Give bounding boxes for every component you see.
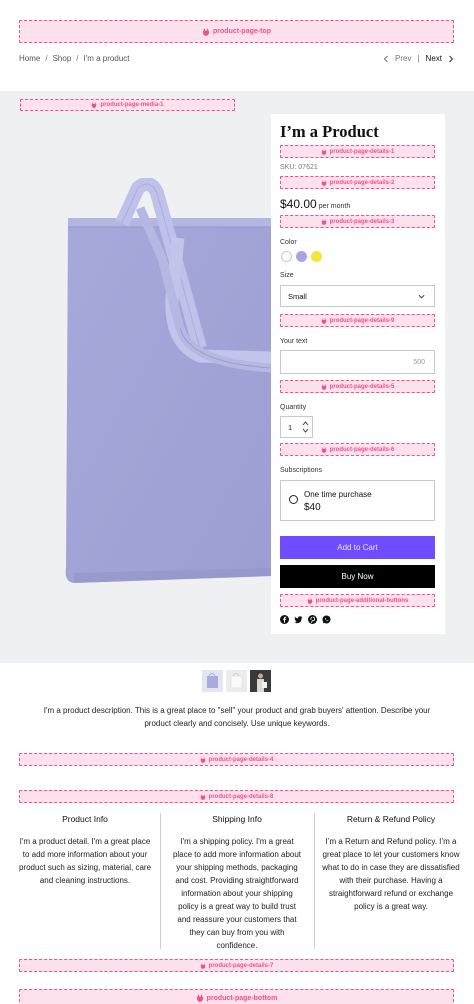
subscriptions-label: Subscriptions (280, 467, 323, 474)
size-label: Size (280, 272, 294, 279)
slot-label: product-page-details-3 (329, 218, 395, 225)
slot-label: product-page-details-7 (208, 962, 274, 969)
shipping-info-column: Shipping Info I'm a shipping policy. I'm… (172, 813, 302, 952)
slot-product-page-details-1: product-page-details-1 (280, 145, 435, 158)
column-divider (314, 813, 315, 949)
slot-product-page-details-2: product-page-details-2 (280, 176, 435, 189)
product-info-title: Product Info (62, 814, 108, 824)
slot-product-page-details-3: product-page-details-3 (280, 215, 435, 228)
product-description: I'm a product description. This is a gre… (43, 706, 431, 728)
slot-product-page-details-8: product-page-details-8 (19, 790, 454, 803)
color-label: Color (280, 239, 297, 246)
chevron-down-icon (418, 294, 425, 299)
subscription-option-title: One time purchase (304, 490, 372, 499)
shipping-info-text: I'm a shipping policy. I'm a great place… (172, 837, 302, 950)
shipping-info-title: Shipping Info (212, 814, 262, 824)
plug-icon (321, 447, 326, 453)
refund-policy-title: Return & Refund Policy (346, 814, 436, 824)
product-main-image[interactable] (60, 178, 275, 588)
thumbnail-lavender[interactable] (202, 670, 223, 692)
refund-policy-text: I’m a Return and Refund policy. I’m a gr… (322, 837, 460, 911)
plug-icon (200, 963, 205, 969)
slot-product-page-top: product-page-top (19, 20, 454, 43)
plug-icon (200, 794, 205, 800)
plug-icon (321, 318, 326, 324)
price-value: $40.00 (280, 197, 317, 211)
refund-policy-column: Return & Refund Policy I’m a Return and … (321, 813, 461, 913)
slot-label: product-page-media-1 (100, 102, 164, 108)
size-selected-value: Small (288, 291, 307, 301)
slot-label: product-page-details-2 (329, 179, 395, 186)
quantity-stepper[interactable]: 1 (280, 416, 313, 438)
slot-product-page-details-7: product-page-details-7 (19, 959, 454, 972)
product-info-column: Product Info I'm a product detail. I'm a… (18, 813, 152, 887)
plug-icon (92, 102, 97, 108)
slot-product-page-details-5: product-page-details-5 (280, 380, 435, 393)
breadcrumb-separator: / (45, 54, 48, 63)
plug-icon (321, 180, 326, 186)
subscription-radio[interactable] (289, 495, 298, 504)
slot-label: product-page-details-6 (329, 446, 395, 453)
color-swatch-yellow[interactable] (311, 251, 322, 262)
slot-product-page-details-9: product-page-details-9 (280, 314, 435, 327)
slot-label: product-page-details-9 (329, 317, 395, 324)
breadcrumb-shop[interactable]: Shop (53, 54, 72, 63)
slot-product-page-bottom: product-page-bottom (19, 989, 454, 1004)
slot-label: product-page-details-1 (329, 148, 395, 155)
quantity-value: 1 (288, 422, 293, 432)
quantity-label: Quantity (280, 404, 307, 411)
color-swatch-lavender[interactable] (296, 251, 307, 262)
product-title: I’m a Product (280, 122, 379, 141)
price-unit: per month (318, 203, 351, 210)
chevron-right-icon[interactable] (448, 55, 454, 63)
buy-now-button[interactable]: Buy Now (280, 565, 435, 588)
custom-text-input[interactable]: 500 (280, 350, 435, 374)
product-sku: SKU: 07621 (280, 164, 318, 171)
plug-icon (200, 757, 205, 763)
stepper-arrows-icon[interactable] (302, 420, 309, 434)
prev-link[interactable]: Prev (395, 54, 411, 63)
thumbnail-model[interactable] (250, 670, 271, 692)
pager-divider: | (417, 54, 420, 63)
facebook-icon[interactable] (280, 615, 289, 624)
plug-icon (321, 149, 326, 155)
slot-label: product-page-details-4 (208, 756, 274, 763)
slot-label: product-page-bottom (206, 994, 278, 1002)
slot-label: product-page-details-5 (329, 383, 395, 390)
column-divider (160, 813, 161, 949)
size-dropdown[interactable]: Small (280, 285, 435, 307)
slot-product-page-details-6: product-page-details-6 (280, 443, 435, 456)
thumbnail-white[interactable] (226, 670, 247, 692)
product-pager: Prev | Next (383, 54, 454, 63)
slot-product-page-media-1: product-page-media-1 (20, 99, 235, 111)
subscription-option[interactable]: One time purchase $40 (280, 480, 435, 521)
slot-label: product-page-details-8 (208, 793, 274, 800)
breadcrumb-current: I'm a product (83, 54, 130, 63)
slot-label: product-page-top (213, 28, 271, 35)
subscription-option-price: $40 (304, 502, 321, 513)
plug-icon (196, 994, 203, 1002)
char-counter: 500 (413, 358, 425, 366)
plug-icon (321, 384, 326, 390)
text-field-label: Your text (280, 338, 308, 345)
color-swatch-white[interactable] (281, 251, 292, 262)
chevron-left-icon[interactable] (383, 55, 389, 63)
twitter-icon[interactable] (294, 615, 303, 624)
product-price: $40.00 per month (280, 197, 350, 211)
breadcrumb: Home / Shop / I'm a product (19, 54, 130, 63)
next-link[interactable]: Next (426, 54, 442, 63)
plug-icon (203, 28, 209, 36)
slot-label: product-page-additional-buttons (315, 597, 409, 604)
slot-product-page-additional-buttons: product-page-additional-buttons (280, 594, 435, 607)
breadcrumb-home[interactable]: Home (19, 54, 40, 63)
plug-icon (321, 219, 326, 225)
plug-icon (307, 598, 312, 604)
breadcrumb-separator: / (76, 54, 79, 63)
product-info-text: I'm a product detail. I'm a great place … (18, 837, 152, 885)
add-to-cart-button[interactable]: Add to Cart (280, 536, 435, 559)
pinterest-icon[interactable] (308, 615, 317, 624)
whatsapp-icon[interactable] (322, 615, 331, 624)
slot-product-page-details-4: product-page-details-4 (19, 753, 454, 766)
